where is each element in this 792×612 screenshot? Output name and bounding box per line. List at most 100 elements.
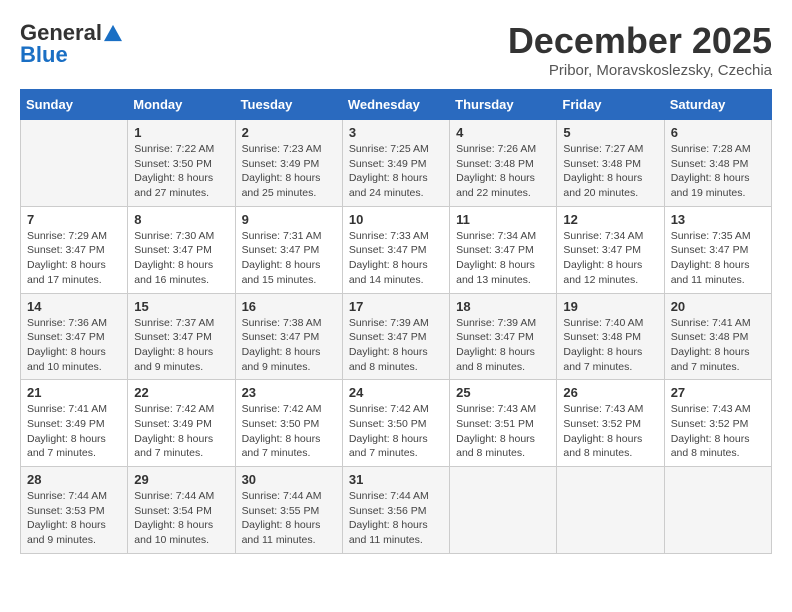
day-info: Sunrise: 7:41 AM Sunset: 3:48 PM Dayligh… (671, 316, 765, 375)
day-info: Sunrise: 7:43 AM Sunset: 3:51 PM Dayligh… (456, 402, 550, 461)
month-title: December 2025 (508, 20, 772, 62)
day-number: 1 (134, 125, 228, 140)
day-number: 23 (242, 385, 336, 400)
day-info: Sunrise: 7:34 AM Sunset: 3:47 PM Dayligh… (456, 229, 550, 288)
calendar-cell: 2 Sunrise: 7:23 AM Sunset: 3:49 PM Daylig… (235, 120, 342, 207)
header-day: Saturday (664, 90, 771, 120)
day-info: Sunrise: 7:40 AM Sunset: 3:48 PM Dayligh… (563, 316, 657, 375)
calendar-week-row: 7 Sunrise: 7:29 AM Sunset: 3:47 PM Daylig… (21, 206, 772, 293)
calendar-cell: 23 Sunrise: 7:42 AM Sunset: 3:50 PM Dayli… (235, 380, 342, 467)
calendar-table: SundayMondayTuesdayWednesdayThursdayFrid… (20, 89, 772, 554)
day-info: Sunrise: 7:35 AM Sunset: 3:47 PM Dayligh… (671, 229, 765, 288)
day-info: Sunrise: 7:27 AM Sunset: 3:48 PM Dayligh… (563, 142, 657, 201)
calendar-cell: 26Sunrise: 7:43 AM Sunset: 3:52 PM Dayli… (557, 380, 664, 467)
day-info: Sunrise: 7:39 AM Sunset: 3:47 PM Dayligh… (349, 316, 443, 375)
header-day: Wednesday (342, 90, 449, 120)
calendar-cell: 24 Sunrise: 7:42 AM Sunset: 3:50 PM Dayli… (342, 380, 449, 467)
day-info: Sunrise: 7:42 AM Sunset: 3:49 PM Dayligh… (134, 402, 228, 461)
calendar-cell: 30 Sunrise: 7:44 AM Sunset: 3:55 PM Dayli… (235, 467, 342, 554)
day-info: Sunrise: 7:31 AM Sunset: 3:47 PM Dayligh… (242, 229, 336, 288)
day-number: 18 (456, 299, 550, 314)
day-info: Sunrise: 7:44 AM Sunset: 3:53 PM Dayligh… (27, 489, 121, 548)
day-number: 24 (349, 385, 443, 400)
day-number: 20 (671, 299, 765, 314)
day-info: Sunrise: 7:42 AM Sunset: 3:50 PM Dayligh… (242, 402, 336, 461)
logo-icon (104, 24, 122, 42)
calendar-cell: 5 Sunrise: 7:27 AM Sunset: 3:48 PM Daylig… (557, 120, 664, 207)
day-number: 25 (456, 385, 550, 400)
day-info: Sunrise: 7:22 AM Sunset: 3:50 PM Dayligh… (134, 142, 228, 201)
day-number: 15 (134, 299, 228, 314)
day-number: 30 (242, 472, 336, 487)
day-number: 28 (27, 472, 121, 487)
location: Pribor, Moravskoslezsky, Czechia (508, 62, 772, 79)
calendar-cell (450, 467, 557, 554)
calendar-cell (557, 467, 664, 554)
header-day: Friday (557, 90, 664, 120)
day-info: Sunrise: 7:43 AM Sunset: 3:52 PM Dayligh… (671, 402, 765, 461)
calendar-cell: 9Sunrise: 7:31 AM Sunset: 3:47 PM Daylig… (235, 206, 342, 293)
calendar-cell: 22 Sunrise: 7:42 AM Sunset: 3:49 PM Dayli… (128, 380, 235, 467)
day-info: Sunrise: 7:23 AM Sunset: 3:49 PM Dayligh… (242, 142, 336, 201)
calendar-cell: 6Sunrise: 7:28 AM Sunset: 3:48 PM Daylig… (664, 120, 771, 207)
day-number: 8 (134, 212, 228, 227)
day-info: Sunrise: 7:42 AM Sunset: 3:50 PM Dayligh… (349, 402, 443, 461)
calendar-cell: 29Sunrise: 7:44 AM Sunset: 3:54 PM Dayli… (128, 467, 235, 554)
logo: General Blue (20, 20, 122, 68)
day-info: Sunrise: 7:44 AM Sunset: 3:55 PM Dayligh… (242, 489, 336, 548)
calendar-cell: 15 Sunrise: 7:37 AM Sunset: 3:47 PM Dayli… (128, 293, 235, 380)
calendar-cell: 18 Sunrise: 7:39 AM Sunset: 3:47 PM Dayli… (450, 293, 557, 380)
day-info: Sunrise: 7:30 AM Sunset: 3:47 PM Dayligh… (134, 229, 228, 288)
day-number: 31 (349, 472, 443, 487)
calendar-cell: 13 Sunrise: 7:35 AM Sunset: 3:47 PM Dayli… (664, 206, 771, 293)
day-number: 17 (349, 299, 443, 314)
calendar-cell: 19 Sunrise: 7:40 AM Sunset: 3:48 PM Dayli… (557, 293, 664, 380)
calendar-week-row: 28 Sunrise: 7:44 AM Sunset: 3:53 PM Dayli… (21, 467, 772, 554)
calendar-cell (664, 467, 771, 554)
day-info: Sunrise: 7:38 AM Sunset: 3:47 PM Dayligh… (242, 316, 336, 375)
day-number: 27 (671, 385, 765, 400)
calendar-cell: 3Sunrise: 7:25 AM Sunset: 3:49 PM Daylig… (342, 120, 449, 207)
day-number: 4 (456, 125, 550, 140)
calendar-cell: 16 Sunrise: 7:38 AM Sunset: 3:47 PM Dayli… (235, 293, 342, 380)
header-row: SundayMondayTuesdayWednesdayThursdayFrid… (21, 90, 772, 120)
day-number: 26 (563, 385, 657, 400)
day-number: 11 (456, 212, 550, 227)
day-info: Sunrise: 7:37 AM Sunset: 3:47 PM Dayligh… (134, 316, 228, 375)
day-number: 10 (349, 212, 443, 227)
day-info: Sunrise: 7:39 AM Sunset: 3:47 PM Dayligh… (456, 316, 550, 375)
day-number: 16 (242, 299, 336, 314)
calendar-cell: 25 Sunrise: 7:43 AM Sunset: 3:51 PM Dayli… (450, 380, 557, 467)
day-number: 12 (563, 212, 657, 227)
calendar-cell: 27 Sunrise: 7:43 AM Sunset: 3:52 PM Dayli… (664, 380, 771, 467)
calendar-cell: 4Sunrise: 7:26 AM Sunset: 3:48 PM Daylig… (450, 120, 557, 207)
header-day: Tuesday (235, 90, 342, 120)
day-number: 14 (27, 299, 121, 314)
calendar-cell: 11 Sunrise: 7:34 AM Sunset: 3:47 PM Dayli… (450, 206, 557, 293)
day-info: Sunrise: 7:44 AM Sunset: 3:54 PM Dayligh… (134, 489, 228, 548)
calendar-week-row: 21 Sunrise: 7:41 AM Sunset: 3:49 PM Dayli… (21, 380, 772, 467)
day-number: 5 (563, 125, 657, 140)
calendar-cell: 10Sunrise: 7:33 AM Sunset: 3:47 PM Dayli… (342, 206, 449, 293)
day-number: 2 (242, 125, 336, 140)
day-number: 21 (27, 385, 121, 400)
calendar-cell: 28 Sunrise: 7:44 AM Sunset: 3:53 PM Dayli… (21, 467, 128, 554)
day-number: 22 (134, 385, 228, 400)
calendar-cell: 20 Sunrise: 7:41 AM Sunset: 3:48 PM Dayli… (664, 293, 771, 380)
day-number: 19 (563, 299, 657, 314)
day-info: Sunrise: 7:29 AM Sunset: 3:47 PM Dayligh… (27, 229, 121, 288)
calendar-cell: 12Sunrise: 7:34 AM Sunset: 3:47 PM Dayli… (557, 206, 664, 293)
day-info: Sunrise: 7:44 AM Sunset: 3:56 PM Dayligh… (349, 489, 443, 548)
header-day: Sunday (21, 90, 128, 120)
header-day: Thursday (450, 90, 557, 120)
calendar-week-row: 1 Sunrise: 7:22 AM Sunset: 3:50 PM Daylig… (21, 120, 772, 207)
day-number: 3 (349, 125, 443, 140)
calendar-cell (21, 120, 128, 207)
day-info: Sunrise: 7:28 AM Sunset: 3:48 PM Dayligh… (671, 142, 765, 201)
calendar-cell: 31 Sunrise: 7:44 AM Sunset: 3:56 PM Dayli… (342, 467, 449, 554)
day-number: 7 (27, 212, 121, 227)
calendar-week-row: 14Sunrise: 7:36 AM Sunset: 3:47 PM Dayli… (21, 293, 772, 380)
day-number: 13 (671, 212, 765, 227)
day-info: Sunrise: 7:41 AM Sunset: 3:49 PM Dayligh… (27, 402, 121, 461)
calendar-cell: 7 Sunrise: 7:29 AM Sunset: 3:47 PM Daylig… (21, 206, 128, 293)
